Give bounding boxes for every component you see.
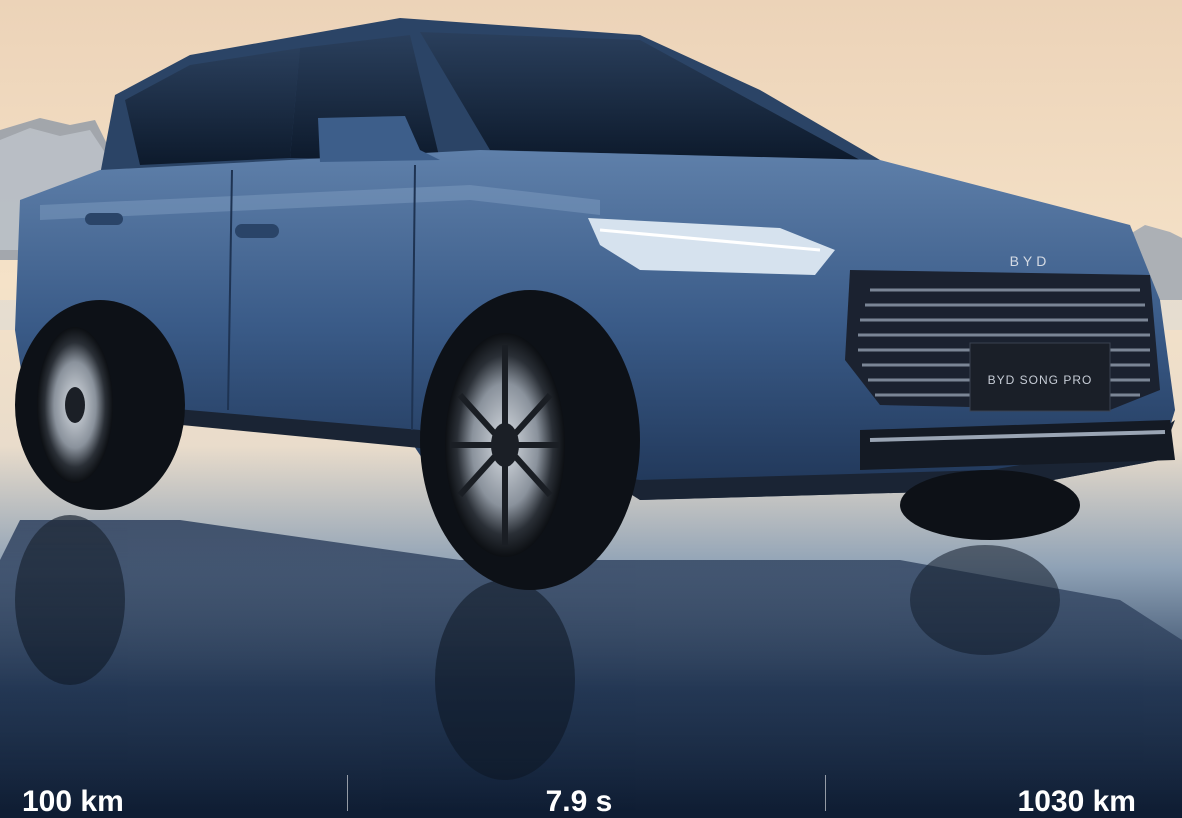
stat-total-range-value: 1030 km (1017, 785, 1136, 818)
brand-badge: BYD (1010, 253, 1051, 269)
stat-electric-range: 100 km (0, 755, 393, 817)
far-front-wheel (900, 470, 1080, 540)
stat-divider (347, 775, 348, 811)
stat-electric-range-value: 100 km (22, 785, 124, 818)
stat-acceleration: 7.9 s (393, 755, 764, 817)
stat-acceleration-value: 7.9 s (545, 785, 613, 818)
rear-wheel (15, 300, 185, 510)
hero-image: BYD SONG PRO BYD (0, 0, 1182, 811)
front-wheel (420, 290, 640, 590)
spec-stats-bar: 100 km 7.9 s 1030 km (0, 755, 1182, 817)
license-plate-text: BYD SONG PRO (988, 373, 1093, 387)
car-illustration: BYD SONG PRO BYD (0, 0, 1182, 811)
stat-total-range: 1030 km (765, 755, 1182, 817)
